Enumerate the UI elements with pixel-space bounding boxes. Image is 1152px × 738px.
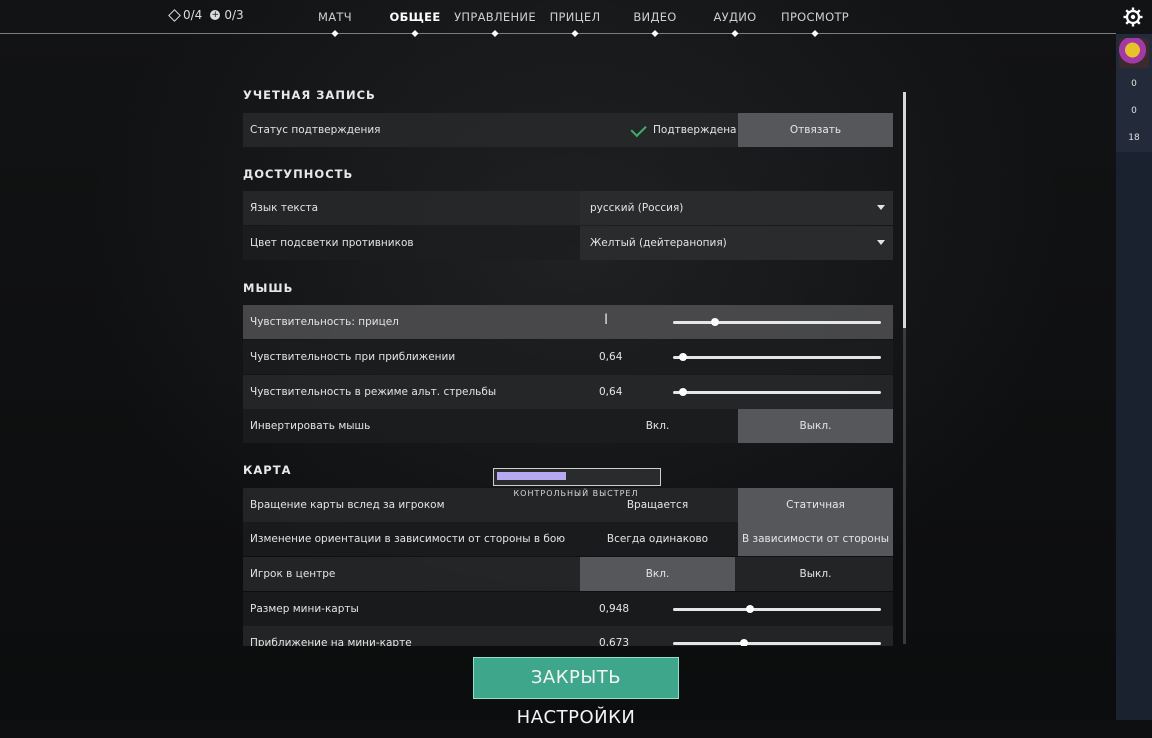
- settings-panel: УЧЕТНАЯ ЗАПИСЬ Статус подтверждения Подт…: [243, 86, 893, 646]
- top-navigation-bar: 0/4 + 0/3 МАТЧ ОБЩЕЕ УПРАВЛЕНИЕ ПРИЦЕЛ В…: [0, 0, 1116, 38]
- notification-label: КОНТРОЛЬНЫЙ ВЫСТРЕЛ: [513, 489, 639, 498]
- setting-label: Вращение карты вслед за игроком: [250, 499, 445, 511]
- close-settings-button[interactable]: ЗАКРЫТЬ НАСТРОЙКИ: [473, 657, 679, 728]
- roster-stat-kills: 0: [1131, 79, 1137, 89]
- setting-label: Игрок в центре: [250, 568, 336, 580]
- invert-off-option[interactable]: Выкл.: [738, 409, 893, 443]
- setting-row-enemy-color: Цвет подсветки противников Желтый (дейте…: [243, 226, 893, 260]
- notification-progress-fill: [497, 472, 566, 480]
- setting-label: Чувствительность в режиме альт. стрельбы: [250, 386, 497, 398]
- tab-controls[interactable]: УПРАВЛЕНИЕ: [454, 10, 536, 24]
- minimap-size-slider[interactable]: [673, 605, 881, 613]
- setting-label: Размер мини-карты: [250, 603, 359, 615]
- sensitivity-alt-input[interactable]: 0,64: [599, 375, 622, 409]
- slider-thumb[interactable]: [739, 639, 748, 646]
- tab-spectate[interactable]: ПРОСМОТР: [781, 10, 849, 24]
- setting-row-map-orientation: Изменение ориентации в зависимости от ст…: [243, 522, 893, 556]
- minimap-zoom-input[interactable]: 0,673: [599, 626, 629, 646]
- setting-row-language: Язык текста русский (Россия): [243, 191, 893, 225]
- verification-status-text: Подтверждена: [653, 124, 737, 136]
- diamond-icon: [168, 8, 181, 22]
- setting-label: Инвертировать мышь: [250, 420, 371, 432]
- language-dropdown-value: русский (Россия): [590, 202, 684, 214]
- settings-scrollbar[interactable]: [903, 92, 906, 644]
- scrollbar-thumb[interactable]: [903, 92, 906, 328]
- setting-label: Язык текста: [250, 202, 319, 214]
- setting-label: Цвет подсветки противников: [250, 237, 414, 249]
- tab-marker: [811, 29, 819, 38]
- gear-icon[interactable]: [1123, 7, 1143, 27]
- counter-1: 0/4: [168, 8, 203, 22]
- slider-thumb[interactable]: [679, 353, 688, 361]
- minimap-zoom-slider[interactable]: [673, 639, 881, 646]
- setting-label: Изменение ориентации в зависимости от ст…: [250, 533, 566, 545]
- invert-on-option[interactable]: Вкл.: [580, 409, 735, 443]
- minimap-size-input[interactable]: 0,948: [599, 592, 629, 626]
- objective-counters: 0/4 + 0/3: [168, 8, 244, 22]
- checkmark-icon: [630, 120, 647, 137]
- slider-thumb[interactable]: [710, 318, 719, 326]
- setting-row-sensitivity-alt: Чувствительность в режиме альт. стрельбы…: [243, 375, 893, 409]
- player-centered-off-option[interactable]: Выкл.: [738, 557, 893, 591]
- setting-label: Приближение на мини-карте: [250, 637, 412, 646]
- enemy-color-dropdown-value: Желтый (дейтеранопия): [590, 237, 727, 249]
- tab-audio[interactable]: АУДИО: [713, 10, 756, 24]
- plus-circle-icon: +: [210, 10, 221, 20]
- roster-player-card: 0 0 18: [1116, 34, 1152, 152]
- setting-row-sensitivity-aim: Чувствительность: прицел: [243, 305, 893, 339]
- setting-label: Статус подтверждения: [250, 124, 381, 136]
- avatar: [1119, 38, 1149, 68]
- orientation-always-same-option[interactable]: Всегда одинаково: [580, 522, 735, 556]
- map-rotation-static-option[interactable]: Статичная: [738, 488, 893, 522]
- tab-marker: [571, 29, 579, 38]
- team-roster: 0 0 18: [1116, 34, 1152, 720]
- setting-row-player-centered: Игрок в центре Вкл. Выкл.: [243, 557, 893, 591]
- section-title-map: КАРТА: [243, 463, 292, 477]
- chevron-down-icon: [877, 240, 885, 245]
- sensitivity-zoom-slider[interactable]: [673, 353, 881, 361]
- tab-marker: [491, 29, 499, 38]
- nav-divider: [0, 33, 1116, 34]
- slider-thumb[interactable]: [745, 605, 754, 613]
- roster-stat-value: 18: [1128, 133, 1140, 143]
- section-title-accessibility: ДОСТУПНОСТЬ: [243, 167, 354, 181]
- language-dropdown[interactable]: русский (Россия): [580, 191, 893, 225]
- unlink-button[interactable]: Отвязать: [738, 113, 893, 147]
- roster-stat-deaths: 0: [1131, 106, 1137, 116]
- tab-crosshair[interactable]: ПРИЦЕЛ: [550, 10, 601, 24]
- text-cursor-icon: I: [604, 312, 609, 328]
- setting-label: Чувствительность: прицел: [250, 316, 399, 328]
- counter-1-text: 0/4: [183, 8, 203, 22]
- tab-marker: [411, 29, 419, 38]
- tab-marker: [651, 29, 659, 38]
- enemy-color-dropdown[interactable]: Желтый (дейтеранопия): [580, 226, 893, 260]
- counter-2-text: 0/3: [224, 8, 244, 22]
- setting-row-invert-mouse: Инвертировать мышь Вкл. Выкл.: [243, 409, 893, 443]
- sensitivity-aim-slider[interactable]: [673, 318, 881, 326]
- sensitivity-zoom-input[interactable]: 0,64: [599, 340, 622, 374]
- orientation-by-side-option[interactable]: В зависимости от стороны: [738, 522, 893, 556]
- tab-marker: [331, 29, 339, 38]
- notification-progress: [493, 468, 661, 486]
- setting-row-minimap-size: Размер мини-карты 0,948: [243, 592, 893, 626]
- tab-match[interactable]: МАТЧ: [318, 10, 352, 24]
- tab-general[interactable]: ОБЩЕЕ: [390, 10, 441, 24]
- player-centered-on-option[interactable]: Вкл.: [580, 557, 735, 591]
- section-title-mouse: МЫШЬ: [243, 281, 294, 295]
- verification-status: Подтверждена: [630, 113, 737, 147]
- slider-thumb[interactable]: [679, 388, 688, 396]
- section-title-account: УЧЕТНАЯ ЗАПИСЬ: [243, 88, 376, 102]
- setting-row-minimap-zoom: Приближение на мини-карте 0,673: [243, 626, 893, 646]
- tab-video[interactable]: ВИДЕО: [633, 10, 676, 24]
- tab-marker: [731, 29, 739, 38]
- sensitivity-alt-slider[interactable]: [673, 388, 881, 396]
- setting-row-verification: Статус подтверждения Подтверждена Отвяза…: [243, 113, 893, 147]
- setting-row-sensitivity-zoom: Чувствительность при приближении 0,64: [243, 340, 893, 374]
- setting-label: Чувствительность при приближении: [250, 351, 456, 363]
- counter-2: + 0/3: [210, 8, 244, 22]
- chevron-down-icon: [877, 205, 885, 210]
